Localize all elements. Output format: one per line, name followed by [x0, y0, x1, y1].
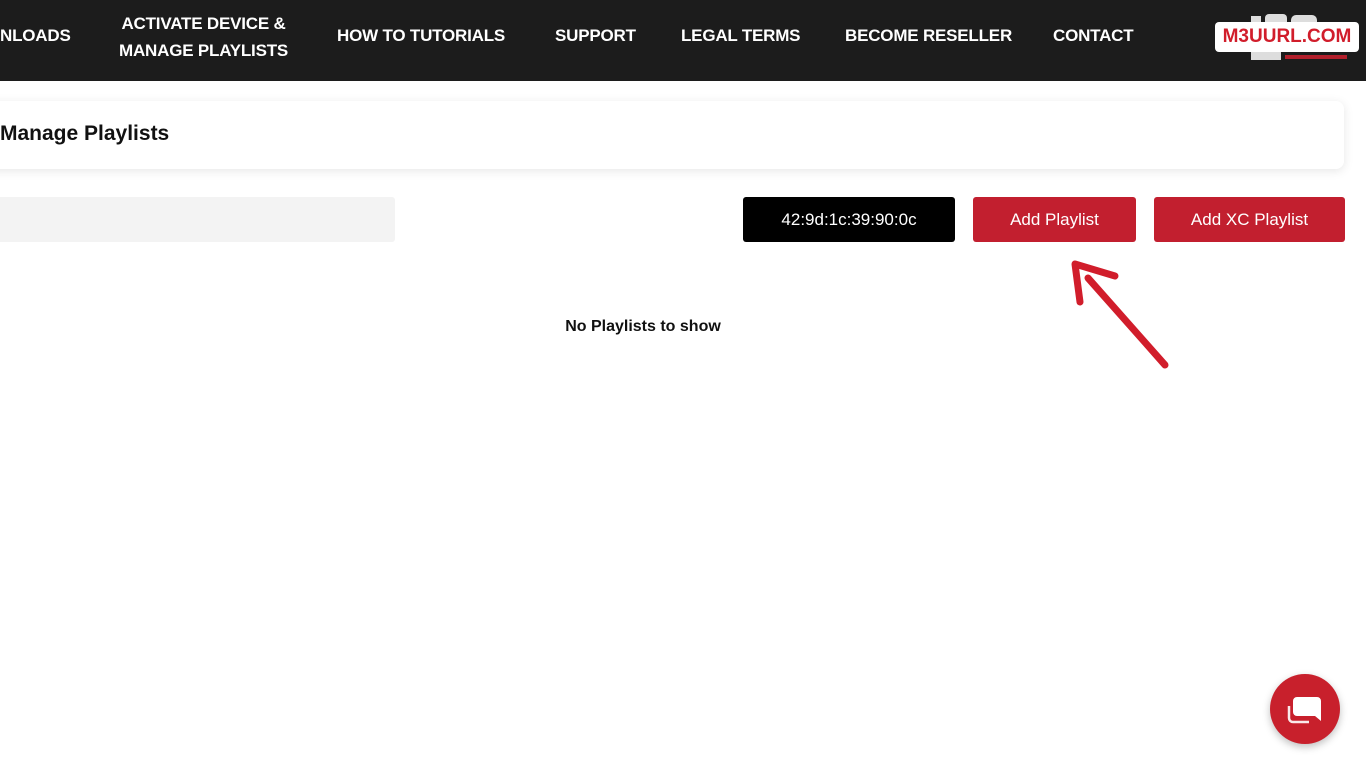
- title-card: [0, 101, 1344, 169]
- page-title: Manage Playlists: [0, 122, 170, 145]
- chat-bubble-icon: [1287, 697, 1321, 724]
- search-input[interactable]: [0, 197, 395, 242]
- mac-address-badge: 42:9d:1c:39:90:0c: [743, 197, 955, 242]
- nav-item-tutorials[interactable]: HOW TO TUTORIALS: [337, 25, 505, 47]
- nav-item-become-reseller[interactable]: BECOME RESELLER: [845, 25, 1012, 47]
- nav-item-support[interactable]: SUPPORT: [555, 25, 636, 47]
- top-navigation-bar: NLOADS ACTIVATE DEVICE & MANAGE PLAYLIST…: [0, 0, 1366, 81]
- nav-item-contact[interactable]: CONTACT: [1053, 25, 1134, 47]
- empty-state-message: No Playlists to show: [565, 318, 721, 335]
- chat-widget-button[interactable]: [1270, 674, 1340, 744]
- nav-item-legal-terms[interactable]: LEGAL TERMS: [681, 25, 801, 47]
- nav-item-downloads[interactable]: NLOADS: [0, 25, 71, 47]
- watermark-label: M3UURL.COM: [1215, 22, 1359, 52]
- nav-item-activate-device[interactable]: ACTIVATE DEVICE & MANAGE PLAYLISTS: [119, 10, 288, 64]
- add-xc-playlist-button[interactable]: Add XC Playlist: [1154, 197, 1345, 242]
- nav-item-activate-line1: ACTIVATE DEVICE &: [121, 14, 286, 33]
- nav-item-activate-line2: MANAGE PLAYLISTS: [119, 41, 289, 60]
- red-arrow-icon: [1071, 260, 1169, 369]
- add-playlist-button[interactable]: Add Playlist: [973, 197, 1136, 242]
